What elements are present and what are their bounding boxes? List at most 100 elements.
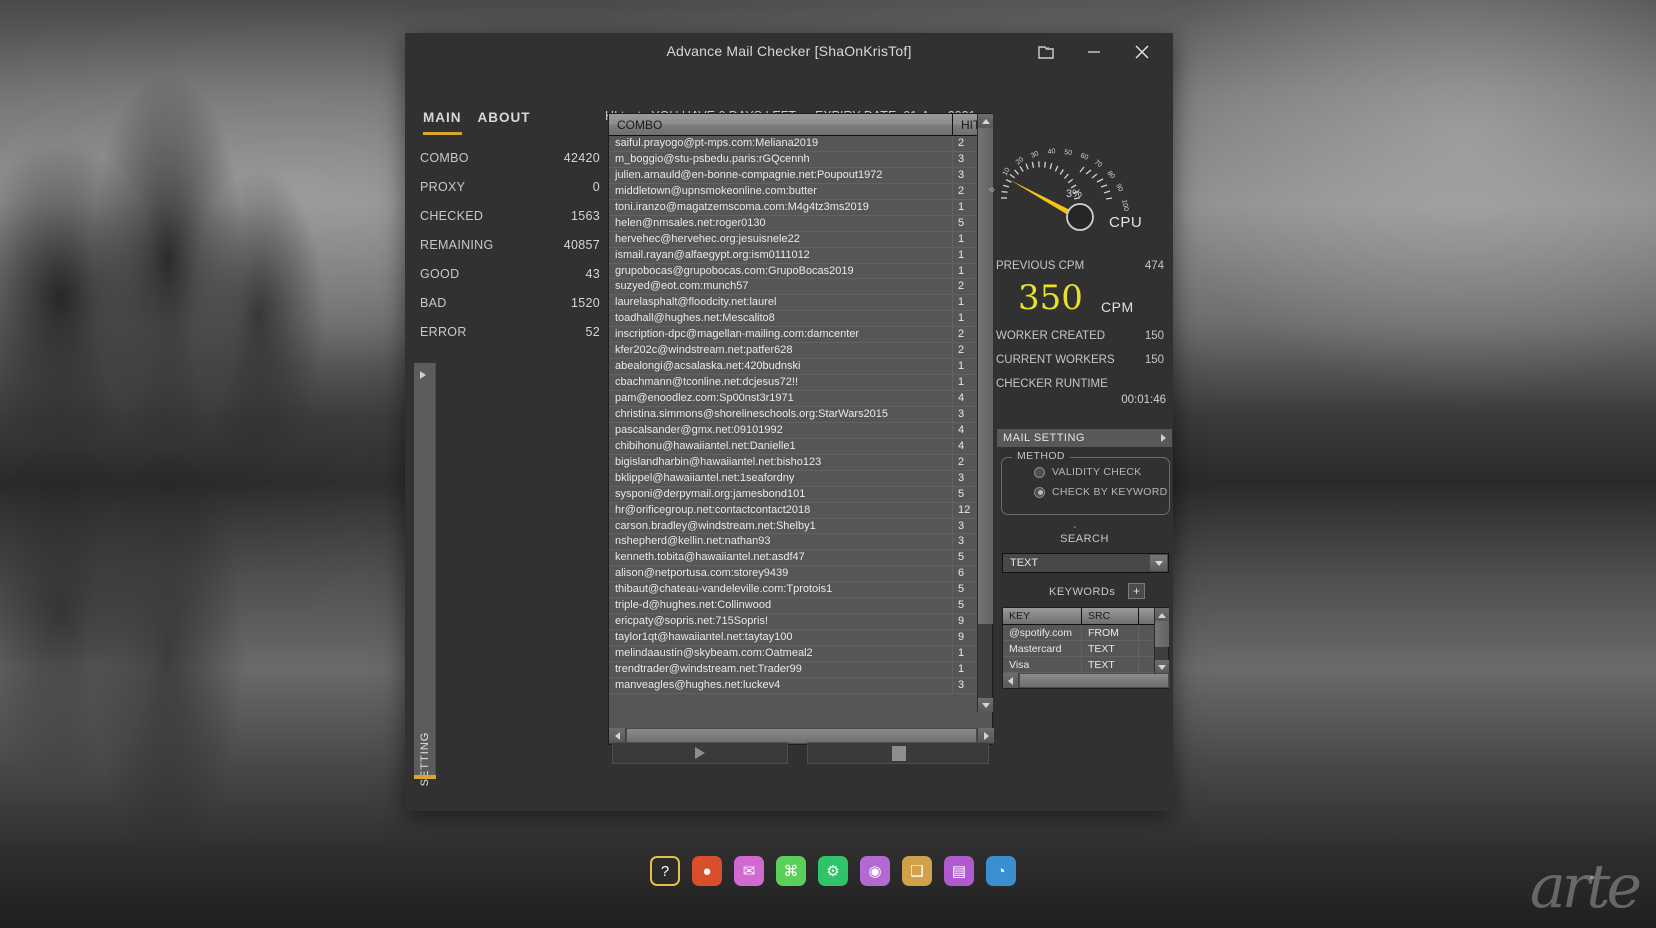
stat-value: 1563: [570, 209, 600, 223]
svg-text:40: 40: [1047, 148, 1056, 156]
cell-combo: cbachmann@tconline.net:dcjesus72!!: [609, 375, 953, 390]
table-row[interactable]: middletown@upnsmokeonline.com:butter 2: [609, 183, 992, 200]
cell-combo: laurelasphalt@floodcity.net:laurel: [609, 295, 953, 311]
table-row[interactable]: toadhall@hughes.net:Mescalito8 1: [609, 311, 992, 328]
table-row[interactable]: cbachmann@tconline.net:dcjesus72!! 1: [609, 375, 992, 391]
search-source-select[interactable]: TEXT: [1002, 553, 1169, 573]
thread-slider[interactable]: [807, 742, 989, 764]
table-row[interactable]: triple-d@hughes.net:Collinwood 5: [609, 598, 992, 615]
column-header-src[interactable]: SRC: [1082, 608, 1139, 624]
mail-icon[interactable]: ✉: [734, 856, 764, 886]
keywords-grid[interactable]: KEY SRC @spotify.com FROM Mastercard TEXT Vi…: [1002, 607, 1170, 689]
combo-results-grid[interactable]: COMBO HITS saiful.prayogo@pt-mps.com:Mel…: [608, 113, 994, 745]
application-window: Advance Mail Checker [ShaOnKrisTof] MAIN…: [405, 33, 1173, 811]
table-row[interactable]: trendtrader@windstream.net:Trader99 1: [609, 661, 992, 678]
svg-text:90: 90: [1114, 183, 1124, 193]
table-row[interactable]: toni.iranzo@magatzemscoma.com:M4g4tz3ms2…: [609, 199, 992, 216]
svg-text:100: 100: [1120, 199, 1129, 212]
table-row[interactable]: christina.simmons@shorelineschools.org:S…: [609, 406, 992, 423]
table-row[interactable]: laurelasphalt@floodcity.net:laurel 1: [609, 295, 992, 312]
notes-icon[interactable]: ▤: [944, 856, 974, 886]
cell-combo: trendtrader@windstream.net:Trader99: [609, 661, 953, 677]
tab-main[interactable]: MAIN: [423, 110, 462, 135]
table-row[interactable]: sysponi@derpymail.org:jamesbond101 5: [609, 486, 992, 503]
table-row[interactable]: manveagles@hughes.net:luckev4 3: [609, 677, 992, 694]
radio-icon[interactable]: [1034, 466, 1045, 478]
table-row[interactable]: helen@nmsales.net:roger0130 5: [609, 215, 992, 232]
scrollbar-thumb-horizontal[interactable]: [1019, 673, 1169, 688]
close-icon[interactable]: [1127, 39, 1157, 65]
scroll-left-button[interactable]: [1003, 673, 1018, 688]
scroll-up-button[interactable]: [1155, 608, 1169, 622]
table-row[interactable]: melindaaustin@skybeam.com:Oatmeal2 1: [609, 646, 992, 662]
setting-side-panel-toggle[interactable]: SETTING: [414, 363, 436, 786]
keywords-body: @spotify.com FROM Mastercard TEXT Visa TEXT: [1003, 625, 1168, 673]
start-button[interactable]: [612, 742, 788, 764]
cell-combo: middletown@upnsmokeonline.com:butter: [609, 183, 953, 199]
keywords-vertical-scrollbar[interactable]: [1154, 608, 1169, 674]
table-row[interactable]: saiful.prayogo@pt-mps.com:Meliana2019 2: [609, 136, 992, 152]
radio-validity-check[interactable]: VALIDITY CHECK: [1034, 466, 1169, 478]
music-icon[interactable]: ◉: [860, 856, 890, 886]
stat-row-combo: COMBO 42420: [420, 151, 600, 165]
table-row[interactable]: nshepherd@kellin.net:nathan93 3: [609, 534, 992, 551]
table-row[interactable]: taylor1qt@hawaiiantel.net:taytay100 9: [609, 630, 992, 646]
table-row[interactable]: m_boggio@stu-psbedu.paris:rGQcennh 3: [609, 151, 992, 168]
table-row[interactable]: kfer202c@windstream.net:patfer628 2: [609, 343, 992, 360]
play-icon: [695, 747, 705, 759]
firefox-icon[interactable]: ●: [692, 856, 722, 886]
table-row[interactable]: ericpaty@sopris.net:715Sopris! 9: [609, 614, 992, 631]
chevron-down-icon[interactable]: [1150, 555, 1167, 571]
cell-combo: toadhall@hughes.net:Mescalito8: [609, 311, 953, 327]
radio-icon-selected[interactable]: [1034, 486, 1045, 498]
table-row[interactable]: abealongi@acsalaska.net:420budnski 1: [609, 359, 992, 376]
settings-icon[interactable]: ⚙: [818, 856, 848, 886]
table-row[interactable]: ismail.rayan@alfaegypt.org:ism0111012 1: [609, 247, 992, 264]
table-row[interactable]: pam@enoodlez.com:Sp00nst3r1971 4: [609, 391, 992, 407]
photos-icon[interactable]: ❑: [902, 856, 932, 886]
keyword-row[interactable]: Visa TEXT: [1003, 657, 1168, 673]
browser-icon[interactable]: ◔: [986, 856, 1016, 886]
checker-runtime-value: 00:01:46: [1121, 394, 1166, 406]
minimize-icon[interactable]: [1079, 39, 1109, 65]
svg-text:10: 10: [1002, 167, 1012, 177]
cell-combo: grupobocas@grupobocas.com:GrupoBocas2019: [609, 263, 953, 279]
table-row[interactable]: hervehec@hervehec.org:jesuisnele22 1: [609, 231, 992, 248]
table-row[interactable]: pascalsander@gmx.net:09101992 4: [609, 422, 992, 439]
table-row[interactable]: carson.bradley@windstream.net:Shelby1 3: [609, 518, 992, 535]
scroll-left-button[interactable]: [609, 728, 625, 743]
stat-value: 0: [592, 180, 600, 194]
table-row[interactable]: hr@orificegroup.net:contactcontact2018 12: [609, 502, 992, 519]
column-header-combo[interactable]: COMBO: [609, 114, 953, 135]
keywords-horizontal-scrollbar[interactable]: [1003, 673, 1170, 688]
radio-check-by-keyword[interactable]: CHECK BY KEYWORD: [1034, 486, 1169, 498]
table-row[interactable]: bigislandharbin@hawaiiantel.net:bisho123…: [609, 454, 992, 471]
keyword-row[interactable]: Mastercard TEXT: [1003, 641, 1168, 657]
column-header-key[interactable]: KEY: [1003, 608, 1082, 624]
help-icon[interactable]: ?: [650, 856, 680, 886]
cell-key: @spotify.com: [1003, 625, 1082, 640]
slider-thumb[interactable]: [892, 746, 906, 761]
cell-combo: kenneth.tobita@hawaiiantel.net:asdf47: [609, 550, 953, 566]
table-row[interactable]: julien.arnauld@en-bonne-compagnie.net:Po…: [609, 167, 992, 184]
table-row[interactable]: thibaut@chateau-vandeleville.com:Tprotoi…: [609, 582, 992, 599]
tab-about[interactable]: ABOUT: [478, 110, 531, 135]
table-row[interactable]: grupobocas@grupobocas.com:GrupoBocas2019…: [609, 263, 992, 280]
table-row[interactable]: suzyed@eot.com:munch57 2: [609, 279, 992, 296]
keyword-row[interactable]: @spotify.com FROM: [1003, 625, 1168, 641]
mail-setting-header[interactable]: MAIL SETTING: [997, 429, 1172, 447]
cell-combo: hervehec@hervehec.org:jesuisnele22: [609, 231, 953, 247]
add-keyword-button[interactable]: +: [1128, 583, 1145, 599]
scroll-down-button[interactable]: [1155, 660, 1169, 674]
games-icon[interactable]: ⌘: [776, 856, 806, 886]
svg-text:0: 0: [989, 187, 996, 192]
folder-icon[interactable]: [1031, 39, 1061, 65]
cell-combo: suzyed@eot.com:munch57: [609, 279, 953, 295]
table-row[interactable]: alison@netportusa.com:storey9439 6: [609, 566, 992, 583]
table-row[interactable]: kenneth.tobita@hawaiiantel.net:asdf47 5: [609, 550, 992, 567]
table-row[interactable]: inscription-dpc@magellan-mailing.com:dam…: [609, 327, 992, 344]
table-row[interactable]: bklippel@hawaiiantel.net:1seafordny 3: [609, 470, 992, 487]
scrollbar-thumb-vertical[interactable]: [1155, 621, 1169, 647]
cell-combo: julien.arnauld@en-bonne-compagnie.net:Po…: [609, 167, 953, 183]
table-row[interactable]: chibihonu@hawaiiantel.net:Danielle1 4: [609, 438, 992, 455]
